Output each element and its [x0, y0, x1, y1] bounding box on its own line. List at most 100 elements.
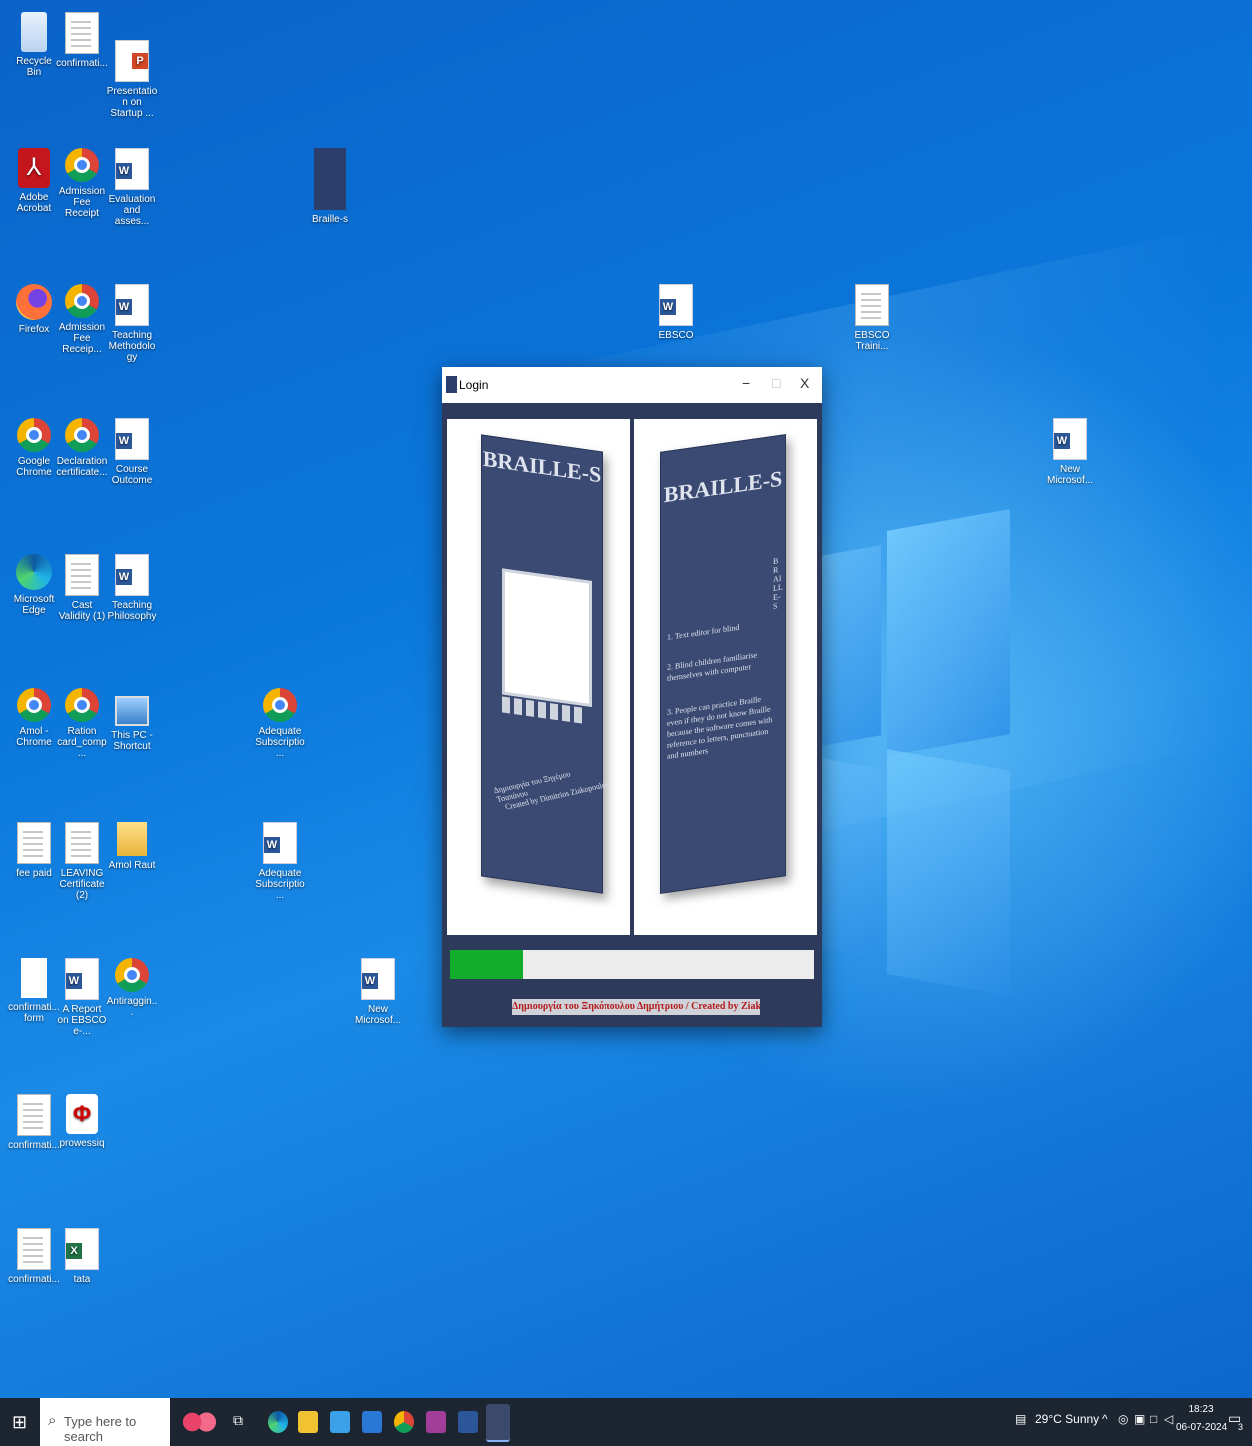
folder-icon — [117, 822, 147, 856]
file-explorer-taskbar-icon[interactable] — [298, 1411, 318, 1433]
weather-text[interactable]: 29°C Sunny — [1035, 1412, 1099, 1426]
desktop-icon[interactable]: fee paid — [8, 822, 60, 879]
desktop-icon[interactable]: W Course Outcome — [106, 418, 158, 486]
mail-taskbar-icon[interactable] — [362, 1411, 382, 1433]
desktop-icon[interactable]: W Adequate Subscriptio... — [254, 822, 306, 901]
desktop-icon[interactable]: confirmati... form — [8, 958, 60, 1024]
desktop-icon-label: fee paid — [16, 868, 52, 879]
desktop-icon-label: Teaching Philosophy — [107, 600, 157, 622]
desktop-icon-label: Teaching Methodology — [108, 330, 156, 363]
desktop-icon[interactable]: Admission Fee Receip... — [56, 284, 108, 355]
book-screenshot-illustration — [502, 568, 592, 708]
desktop-icon[interactable]: W New Microsof... — [1044, 418, 1096, 486]
network-icon[interactable]: ◎ — [1118, 1412, 1128, 1426]
chevron-up-icon[interactable]: ^ — [1102, 1412, 1108, 1426]
desktop-icon-label: This PC - Shortcut — [111, 730, 153, 752]
desktop-icon[interactable]: EBSCO Traini... — [846, 284, 898, 352]
desktop-icon-label: Admission Fee Receip... — [58, 322, 106, 355]
login-window[interactable]: Login − □ X BRAILLE-S Δημιουργία του Ξηγ… — [442, 367, 822, 1027]
clock-time[interactable]: 18:23 — [1186, 1404, 1216, 1415]
clock-date[interactable]: 06-07-2024 — [1176, 1422, 1227, 1433]
desktop-icon-label: tata — [73, 1274, 91, 1285]
scanned-document-icon — [65, 12, 99, 54]
window-titlebar[interactable]: Login − □ X — [442, 367, 822, 403]
word-document-icon: W — [659, 284, 693, 326]
desktop-icon-label: Braille-s — [311, 214, 349, 225]
word-document-icon: W — [115, 554, 149, 596]
desktop-icon[interactable]: This PC - Shortcut — [106, 688, 158, 752]
word-taskbar-icon[interactable] — [458, 1411, 478, 1433]
desktop-icon[interactable]: Xtata — [56, 1228, 108, 1285]
winrar-taskbar-icon[interactable] — [426, 1411, 446, 1433]
chrome-icon — [65, 284, 99, 318]
word-document-icon: W — [115, 284, 149, 326]
braille-taskbar-icon[interactable] — [486, 1404, 510, 1442]
close-button[interactable]: X — [800, 375, 809, 391]
desktop-icon[interactable]: Declaration certificate... — [56, 418, 108, 478]
store-taskbar-icon[interactable] — [330, 1411, 350, 1433]
recycle-bin-icon — [21, 12, 47, 52]
desktop-icon-label: confirmati... — [8, 1140, 60, 1151]
desktop-icon-label: Amol Raut — [108, 860, 156, 871]
chrome-icon — [115, 958, 149, 992]
security-icon[interactable]: ▣ — [1134, 1412, 1145, 1426]
scanned-document-icon — [17, 1094, 51, 1136]
desktop-icon[interactable]: LEAVING Certificate (2) — [56, 822, 108, 901]
desktop-icon[interactable]: confirmati... — [56, 12, 108, 69]
desktop-icon[interactable]: Ration card_comp... — [56, 688, 108, 759]
search-placeholder: Type here to search — [64, 1414, 137, 1444]
desktop-icon-label: Declaration certificate... — [56, 456, 108, 478]
scanned-document-icon — [17, 1228, 51, 1270]
desktop-icon[interactable]: confirmati... — [8, 1228, 60, 1285]
desktop-icon-label: LEAVING Certificate (2) — [59, 868, 105, 901]
display-icon[interactable]: □ — [1150, 1412, 1157, 1426]
desktop-icon[interactable]: ⅄ Adobe Acrobat — [8, 148, 60, 214]
word-document-icon: W — [115, 148, 149, 190]
desktop-icon[interactable]: Antiraggin... — [106, 958, 158, 1018]
minimize-button[interactable]: − — [742, 375, 750, 391]
acrobat-icon: ⅄ — [18, 148, 50, 188]
desktop-icon[interactable]: Cast Validity (1) — [56, 554, 108, 622]
desktop-icon[interactable]: Firefox — [8, 284, 60, 335]
wallpaper-logo-pane — [887, 509, 1010, 756]
scanned-document-icon — [855, 284, 889, 326]
chrome-icon — [17, 418, 51, 452]
desktop-icon[interactable]: confirmati... — [8, 1094, 60, 1151]
taskbar: ⊞ ⌕ Type here to search ⧉ ▤ 29°C Sunny ^… — [0, 1398, 1252, 1446]
windows-start-icon[interactable]: ⊞ — [12, 1412, 27, 1433]
chrome-taskbar-icon[interactable] — [394, 1411, 414, 1433]
desktop-icon-label: Adequate Subscriptio... — [255, 868, 305, 901]
desktop-icon[interactable]: Φprowessiq — [56, 1094, 108, 1149]
desktop-icon[interactable]: W EBSCO — [650, 284, 702, 341]
maximize-button[interactable]: □ — [772, 375, 780, 391]
task-view-icon[interactable]: ⧉ — [233, 1412, 243, 1429]
weather-icon[interactable]: ▤ — [1015, 1412, 1026, 1426]
chrome-icon — [17, 688, 51, 722]
desktop-icon[interactable]: Recycle Bin — [8, 12, 60, 78]
edge-icon — [16, 554, 52, 590]
search-icon: ⌕ — [48, 1412, 57, 1429]
edge-taskbar-icon[interactable] — [268, 1411, 288, 1433]
desktop-icon[interactable]: Amol - Chrome — [8, 688, 60, 748]
desktop-icon-label: Firefox — [18, 324, 50, 335]
desktop-icon[interactable]: W Evaluation and asses... — [106, 148, 158, 227]
desktop-icon[interactable]: Adequate Subscriptio... — [254, 688, 306, 759]
desktop-icon[interactable]: Microsoft Edge — [8, 554, 60, 616]
desktop-icon[interactable]: W Teaching Philosophy — [106, 554, 158, 622]
desktop-icon[interactable]: Admission Fee Receipt — [56, 148, 108, 219]
book-back-title: BRAILLE-S — [663, 465, 783, 508]
volume-icon[interactable]: ◁ — [1164, 1412, 1173, 1426]
desktop-icon[interactable]: Amol Raut — [106, 822, 158, 871]
desktop-icon[interactable]: Google Chrome — [8, 418, 60, 478]
desktop-icon[interactable]: Braille-s — [304, 148, 356, 225]
desktop-icon[interactable]: P Presentation on Startup ... — [106, 40, 158, 119]
desktop-icon-label: Antiraggin... — [106, 996, 158, 1018]
book-back-point-2: 2. Blind children familiarise themselves… — [667, 650, 758, 683]
desktop-icon[interactable]: W Teaching Methodology — [106, 284, 158, 363]
desktop-icon-label: Google Chrome — [16, 456, 52, 478]
taskbar-search-box[interactable]: ⌕ Type here to search — [40, 1398, 170, 1446]
desktop-icon[interactable]: W New Microsof... — [352, 958, 404, 1026]
desktop-icon[interactable]: W A Report on EBSCO e-... — [56, 958, 108, 1037]
scanned-document-icon — [65, 822, 99, 864]
flowers-widget-icon[interactable] — [182, 1411, 216, 1433]
